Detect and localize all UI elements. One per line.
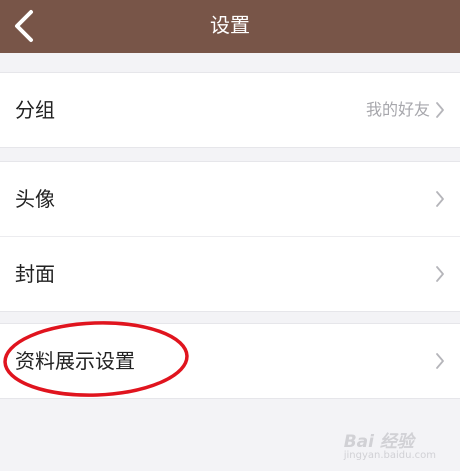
navbar: 设置 bbox=[0, 0, 460, 53]
watermark-text: Bai 经验 bbox=[343, 432, 414, 452]
row-label: 头像 bbox=[15, 187, 55, 211]
row-label: 分组 bbox=[15, 98, 55, 122]
settings-group-3: 资料展示设置 bbox=[0, 323, 460, 399]
row-label: 资料展示设置 bbox=[15, 349, 135, 373]
settings-row-cover[interactable]: 封面 bbox=[0, 236, 460, 311]
settings-screen: 设置 分组 我的好友 头像 封面 资料展示设置 Bai 经验 jingyan.b… bbox=[0, 0, 460, 471]
chevron-left-icon bbox=[6, 6, 46, 46]
chevron-right-icon bbox=[435, 190, 445, 208]
settings-row-profile-display[interactable]: 资料展示设置 bbox=[0, 324, 460, 398]
chevron-right-icon bbox=[435, 265, 445, 283]
settings-row-group[interactable]: 分组 我的好友 bbox=[0, 73, 460, 147]
settings-group-2: 头像 封面 bbox=[0, 161, 460, 312]
watermark: Bai 经验 jingyan.baidu.com bbox=[344, 427, 436, 461]
chevron-right-icon bbox=[435, 352, 445, 370]
settings-row-avatar[interactable]: 头像 bbox=[0, 162, 460, 236]
row-value: 我的好友 bbox=[365, 100, 430, 119]
page-title: 设置 bbox=[210, 13, 250, 37]
settings-group-1: 分组 我的好友 bbox=[0, 72, 460, 148]
watermark-subtext: jingyan.baidu.com bbox=[343, 450, 436, 461]
chevron-right-icon bbox=[435, 101, 445, 119]
row-label: 封面 bbox=[15, 262, 55, 286]
back-button[interactable] bbox=[6, 6, 46, 46]
